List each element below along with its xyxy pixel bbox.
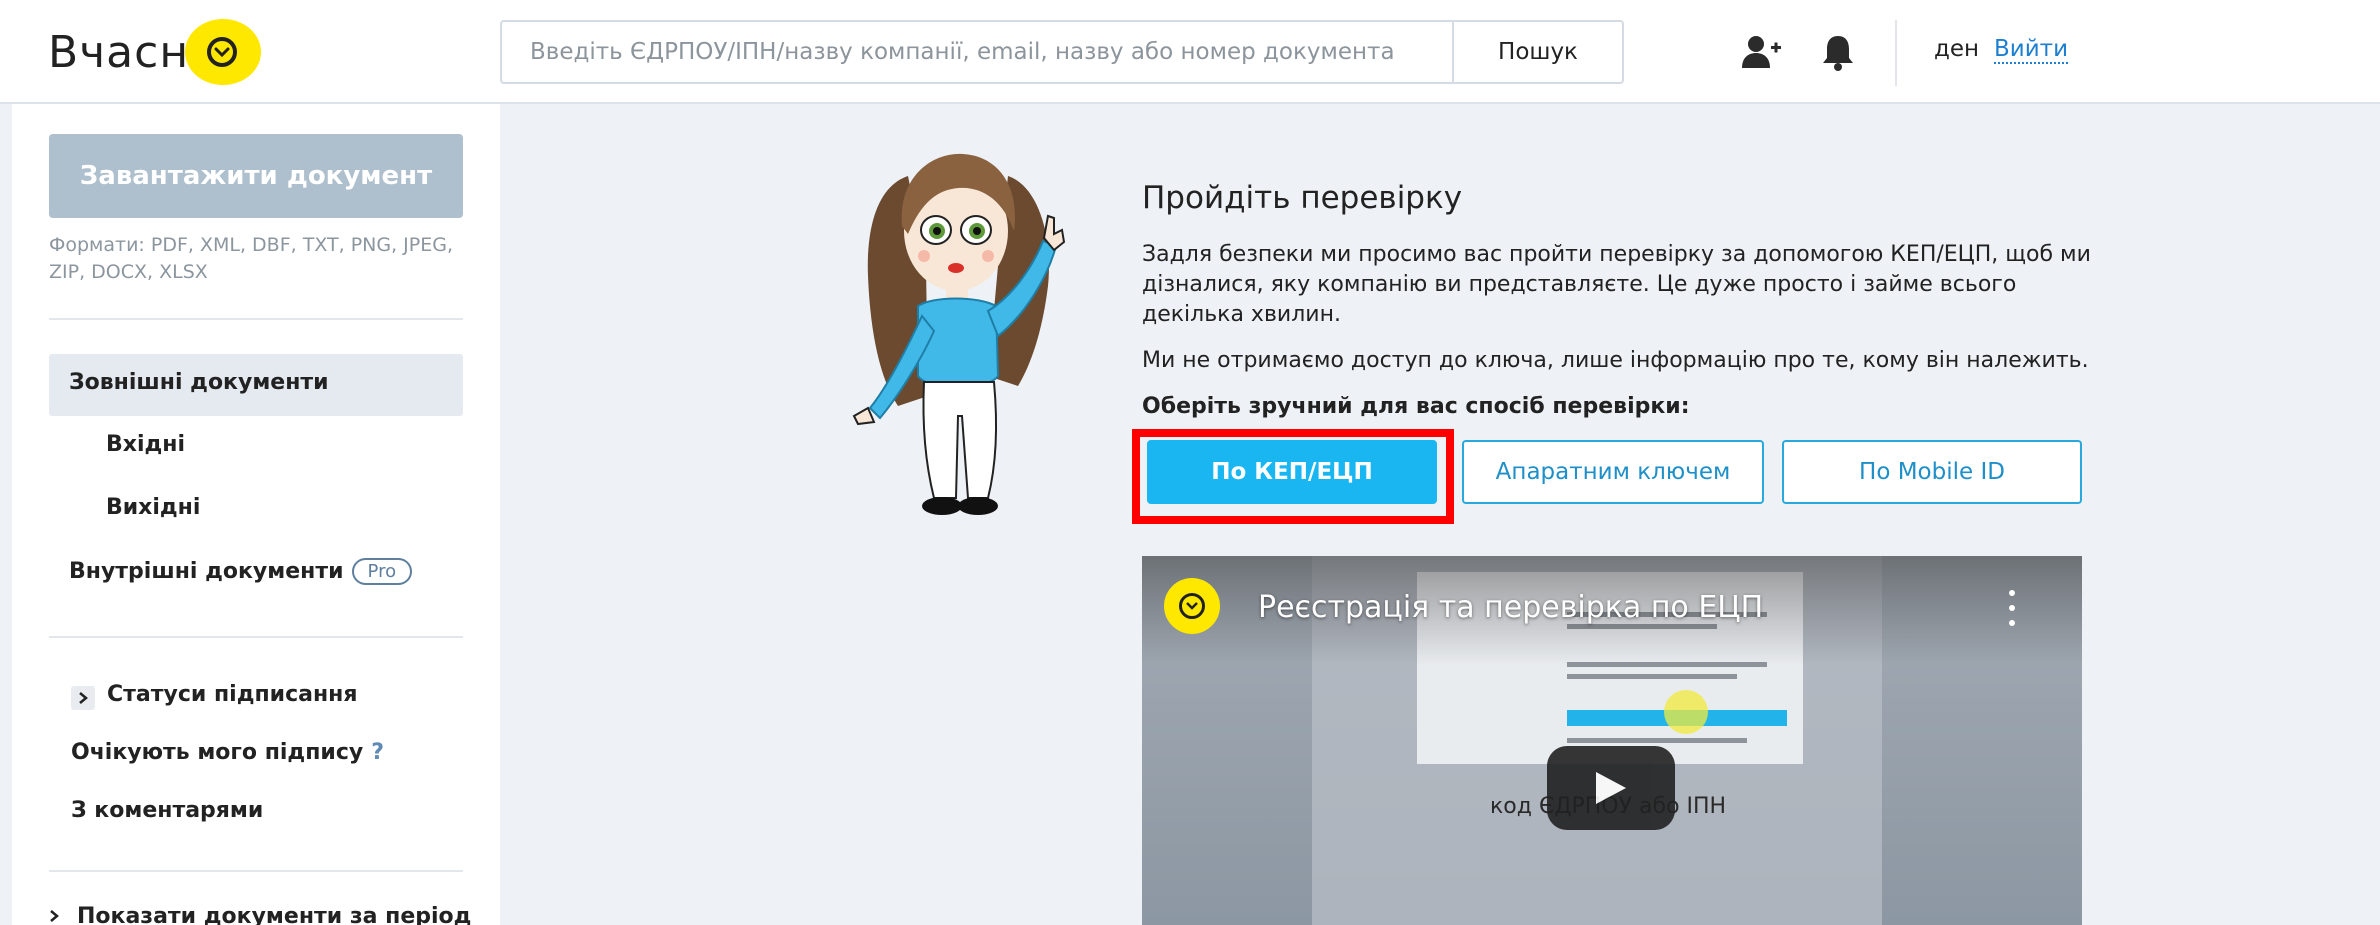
upload-formats-hint: Формати: PDF, XML, DBF, TXT, PNG, JPEG, …	[49, 234, 453, 283]
sidebar-item-awaiting-my-signature[interactable]: Очікують мого підпису?	[71, 740, 384, 765]
choose-method-label: Оберіть зручний для вас спосіб перевірки…	[1142, 394, 1690, 419]
search-button[interactable]: Пошук	[1452, 20, 1624, 84]
sidebar-item-label: Внутрішні документи	[69, 559, 344, 584]
logo-text: Вчасн	[48, 26, 190, 78]
sidebar-item-internal-documents[interactable]: Внутрішні документи Pro	[69, 558, 413, 585]
sidebar-item-with-comments[interactable]: З коментарями	[71, 798, 263, 823]
verify-by-mobile-id-button[interactable]: По Mobile ID	[1782, 440, 2082, 504]
add-user-icon[interactable]	[1740, 30, 1784, 74]
sidebar-item-incoming[interactable]: Вхідні	[106, 432, 185, 457]
verify-by-kep-button[interactable]: По КЕП/ЕЦП	[1147, 440, 1437, 504]
upload-document-button[interactable]: Завантажити документ	[49, 134, 463, 218]
sidebar-divider	[49, 318, 463, 320]
vchasno-logo[interactable]: Вчасн	[48, 18, 262, 86]
verification-description: Задля безпеки ми просимо вас пройти пере…	[1142, 242, 2091, 327]
channel-logo-icon[interactable]	[1164, 578, 1220, 634]
sidebar-item-external-documents[interactable]: Зовнішні документи	[69, 370, 329, 395]
search-field	[500, 20, 1454, 84]
header-divider	[1895, 20, 1897, 86]
play-button-icon[interactable]	[1547, 746, 1675, 830]
top-header: Вчасн Пошук ден Вийти	[0, 0, 2380, 104]
sidebar-item-outgoing[interactable]: Вихідні	[106, 495, 200, 520]
sidebar-item-show-documents-by-period[interactable]: Показати документи за період	[49, 904, 471, 925]
search-input[interactable]	[502, 22, 1452, 82]
sidebar-item-signing-statuses[interactable]: Статуси підписання	[71, 682, 358, 710]
logo-smile-icon	[185, 19, 262, 85]
chevron-right-icon	[49, 904, 59, 925]
video-title[interactable]: Реєстрація та перевірка по ЕЦП	[1258, 590, 1763, 625]
bell-icon[interactable]	[1816, 30, 1860, 74]
key-privacy-note: Ми не отримаємо доступ до ключа, лише ін…	[1142, 348, 2089, 373]
sidebar-item-label: Показати документи за період	[77, 904, 472, 925]
cartoon-girl-illustration	[852, 153, 1066, 515]
page-title: Пройдіть перевірку	[1142, 180, 1463, 216]
verify-by-hardware-key-button[interactable]: Апаратним ключем	[1462, 440, 1764, 504]
chevron-right-icon	[71, 686, 95, 710]
logout-link[interactable]: Вийти	[1994, 36, 2069, 65]
sidebar-item-label: Статуси підписання	[107, 682, 358, 707]
sidebar: Завантажити документ Формати: PDF, XML, …	[12, 104, 500, 925]
sidebar-divider	[49, 636, 463, 638]
sidebar-item-label: Очікують мого підпису	[71, 740, 364, 765]
pro-badge: Pro	[351, 558, 413, 585]
user-name: ден	[1934, 36, 1980, 62]
more-options-icon[interactable]	[2002, 590, 2022, 626]
cursor-highlight	[1664, 690, 1708, 734]
youtube-video-player[interactable]: Реєстрація та перевірка по ЕЦП код ЄДРПО…	[1142, 556, 2082, 925]
sidebar-divider	[49, 870, 463, 872]
help-question-icon[interactable]: ?	[371, 740, 384, 765]
